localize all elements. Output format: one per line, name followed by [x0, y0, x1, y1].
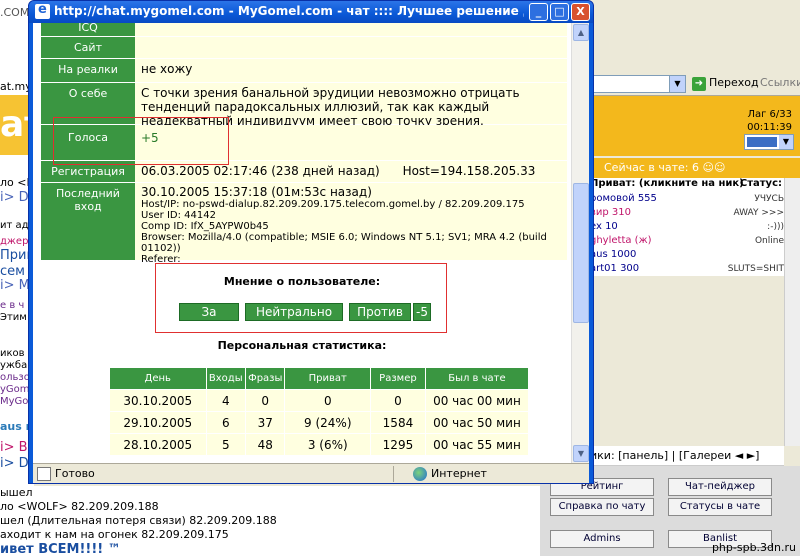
log-line: ло <WOLF> 82.209.209.188	[0, 500, 159, 513]
user-list: Приват: (кликните на ник) Статус: ромово…	[590, 178, 800, 276]
private-header: Приват: (кликните на ник)	[590, 178, 744, 189]
bg-fragment: yGom	[0, 384, 30, 395]
bg-fragment: ужба	[0, 360, 28, 371]
bg-fragment: е в ч	[0, 300, 25, 311]
log-line: ивет ВСЕМ!!!! ™	[0, 542, 121, 556]
window-title: http://chat.mygomel.com - MyGomel.com - …	[54, 4, 524, 18]
bg-address-bar: ▼ ➜ Переход Ссылки	[590, 72, 800, 96]
scroll-thumb[interactable]	[573, 183, 589, 323]
color-select[interactable]: ▼	[744, 134, 794, 150]
watermark: php-spb.3dn.ru	[711, 541, 796, 554]
close-button[interactable]: X	[571, 3, 590, 21]
bg-panel-links[interactable]: ики: [панель] | [Галереи ◄ ►]	[590, 446, 784, 466]
profile-row-icq: ICQ	[41, 23, 567, 37]
bg-chat-header: Лаг 6/33 00:11:39 ▼	[590, 96, 800, 156]
chevron-down-icon[interactable]: ▼	[669, 76, 685, 92]
log-line: шел (Длительная потеря связи) 82.209.209…	[0, 514, 277, 527]
page-icon	[37, 467, 51, 481]
profile-row-last-login: Последний вход 30.10.2005 15:37:18 (01м:…	[41, 183, 567, 265]
status-text: Готово	[55, 467, 95, 480]
scroll-up-icon[interactable]: ▲	[573, 24, 589, 41]
internet-zone-icon	[413, 467, 427, 481]
chat-pager-button[interactable]: Чат-пейджер	[668, 478, 772, 496]
go-button[interactable]: ➜ Переход	[692, 76, 759, 91]
chat-help-button[interactable]: Справка по чату	[550, 498, 654, 516]
admins-button[interactable]: Admins	[550, 530, 654, 548]
user-row[interactable]: ex 10:-)))	[590, 220, 800, 234]
log-line: ышел	[0, 486, 33, 499]
bg-fragment: Этим	[0, 312, 27, 323]
status-bar: Готово Интернет	[33, 463, 589, 483]
vote-for-button[interactable]: За	[179, 303, 239, 321]
table-header-row: День Входы Фразы Приват Размер Был в чат…	[109, 367, 530, 390]
maximize-button[interactable]: □	[550, 3, 569, 21]
user-row[interactable]: вир 310 AWAY >>>	[590, 206, 800, 220]
online-count: Сейчас в чате: 6 ☺☺	[590, 158, 800, 178]
bg-scrollbar[interactable]	[784, 178, 800, 446]
vote-against-button[interactable]: Против	[349, 303, 411, 321]
chevron-down-icon[interactable]: ▼	[779, 135, 793, 149]
status-header: Статус:	[739, 178, 782, 189]
table-row: 30.10.2005 4 0 0 0 00 час 00 мин	[109, 389, 530, 412]
chat-statuses-button[interactable]: Статусы в чате	[668, 498, 772, 516]
minimize-button[interactable]: _	[529, 3, 548, 21]
opinion-title: Мнение о пользователе:	[223, 275, 381, 288]
bg-fragment: ользо	[0, 372, 30, 383]
bg-right-panel	[590, 276, 800, 446]
last-login-userid: User ID: 44142	[141, 210, 216, 221]
last-login-datetime: 30.10.2005 15:37:18 (01м:53с назад)	[141, 185, 372, 199]
stats-table: День Входы Фразы Приват Размер Был в чат…	[109, 367, 530, 456]
log-line: аходит к нам на огонек 82.209.209.175	[0, 528, 229, 541]
zone-label: Интернет	[431, 467, 487, 480]
user-row[interactable]: ghyletta (ж) Online	[590, 234, 800, 248]
scroll-down-icon[interactable]: ▼	[573, 445, 589, 462]
user-row[interactable]: ромовой 555 УЧУСЬ	[590, 192, 800, 206]
highlight-votes-box	[53, 117, 229, 165]
bg-scrollbar[interactable]	[784, 446, 800, 466]
profile-row-reals: На реалки не хожу	[41, 59, 567, 83]
user-row[interactable]: art01 300 SLUTS=SHIT	[590, 262, 800, 276]
page-content: ICQ Сайт На реалки не хожу О себе С точк…	[33, 23, 571, 463]
table-row: 28.10.2005 5 48 3 (6%) 1295 00 час 55 мин	[109, 433, 530, 456]
user-row[interactable]: aus 1000	[590, 248, 800, 262]
vote-score: -5	[413, 303, 431, 321]
last-login-host: Host/IP: no-pswd-dialup.82.209.209.175.t…	[141, 199, 525, 210]
highlight-opinion-box	[155, 263, 447, 333]
links-label[interactable]: Ссылки	[760, 76, 800, 89]
last-login-compid: Comp ID: IfX_5AYPW0b45	[141, 221, 269, 232]
bg-fragment: иков	[0, 348, 25, 359]
bg-fragment: .COM	[0, 6, 30, 19]
last-login-browser: Browser: Mozilla/4.0 (compatible; MSIE 6…	[141, 232, 547, 254]
stats-title: Персональная статистика:	[217, 339, 387, 352]
go-arrow-icon: ➜	[692, 77, 706, 91]
clock: 00:11:39	[747, 122, 792, 133]
profile-row-site: Сайт	[41, 37, 567, 59]
vertical-scrollbar[interactable]: ▲ ▼	[571, 23, 589, 463]
ie-icon	[35, 2, 50, 19]
vote-neutral-button[interactable]: Нейтрально	[245, 303, 343, 321]
people-icon: ☺☺	[702, 161, 726, 174]
title-bar[interactable]: http://chat.mygomel.com - MyGomel.com - …	[29, 1, 593, 23]
table-row: 29.10.2005 6 37 9 (24%) 1584 00 час 50 мин	[109, 411, 530, 434]
popup-window: http://chat.mygomel.com - MyGomel.com - …	[28, 0, 594, 484]
bg-fragment: MyGo	[0, 396, 29, 407]
bg-address-field[interactable]: ▼	[590, 75, 686, 93]
bg-chat-log: ышел ло <WOLF> 82.209.209.188 шел (Длите…	[0, 486, 540, 556]
lag-indicator: Лаг 6/33	[747, 109, 792, 120]
